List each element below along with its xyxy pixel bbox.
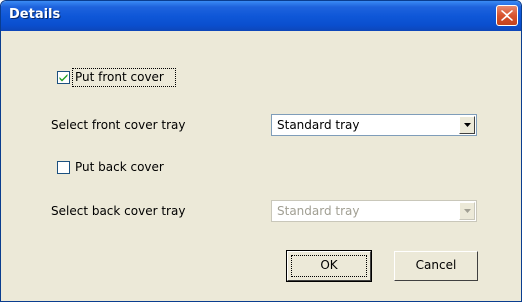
chevron-down-icon <box>464 209 471 213</box>
chevron-down-icon <box>464 123 471 127</box>
back-cover-tray-label: Select back cover tray <box>51 204 186 218</box>
front-cover-tray-select[interactable]: Standard tray <box>271 114 477 136</box>
ok-button-focus-rect <box>291 255 367 277</box>
back-cover-tray-dropdown-button[interactable] <box>459 202 475 220</box>
dialog-body: Put front cover Select front cover tray … <box>4 31 518 297</box>
dialog-title: Details <box>9 7 61 22</box>
details-dialog: Details Put front cover Select front cov… <box>0 0 522 302</box>
back-cover-checkbox-label[interactable]: Put back cover <box>75 160 164 174</box>
front-cover-checkbox[interactable] <box>57 71 70 84</box>
back-cover-checkbox[interactable] <box>57 161 70 174</box>
back-cover-tray-value: Standard tray <box>277 204 360 218</box>
close-x-icon <box>501 10 513 21</box>
close-button[interactable] <box>496 5 518 26</box>
front-cover-checkbox-label[interactable]: Put front cover <box>75 70 164 84</box>
cancel-button[interactable]: Cancel <box>394 251 478 281</box>
front-cover-tray-value: Standard tray <box>277 118 360 132</box>
back-cover-tray-select[interactable]: Standard tray <box>271 200 477 222</box>
front-cover-tray-label: Select front cover tray <box>51 118 186 132</box>
cancel-button-label: Cancel <box>415 258 457 272</box>
title-bar[interactable]: Details <box>1 1 521 31</box>
checkmark-icon <box>59 74 68 82</box>
front-cover-tray-dropdown-button[interactable] <box>459 116 475 134</box>
ok-button[interactable]: OK <box>286 250 372 282</box>
